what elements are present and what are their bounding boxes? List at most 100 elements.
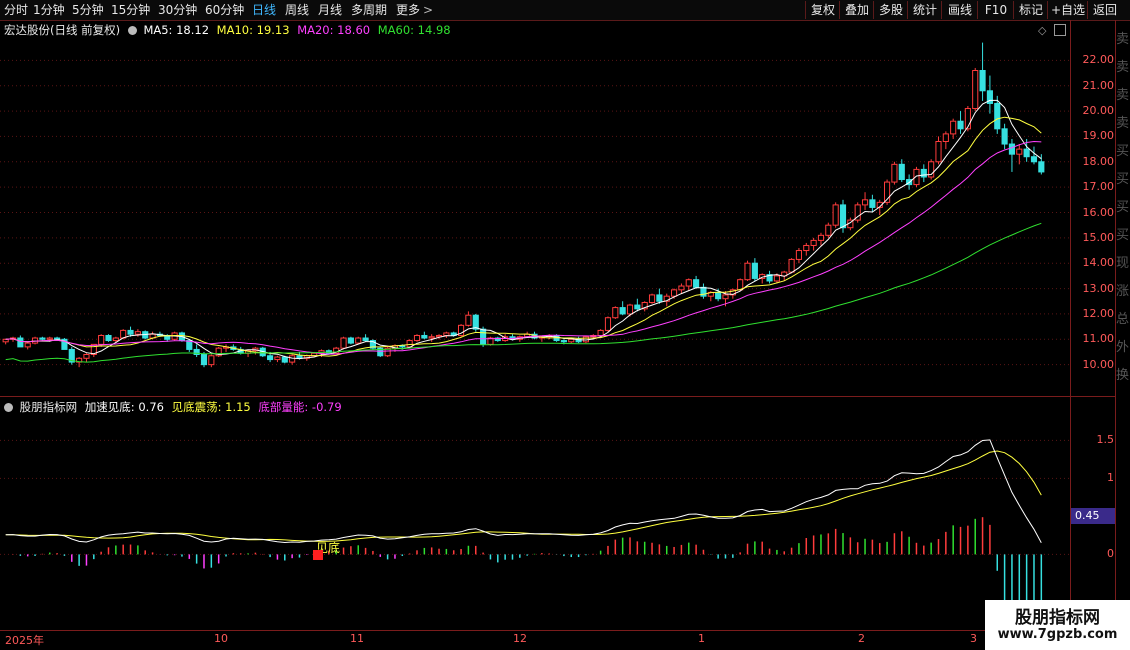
candle-up (832, 204, 839, 226)
candle-up (340, 337, 347, 349)
candle-up (773, 275, 780, 282)
indicator-y-tick-label: 1 (1107, 471, 1114, 485)
candle-down (39, 337, 46, 340)
y-tick-label: 19.00 (1082, 129, 1115, 143)
candle-down (920, 168, 927, 178)
watermark-logo: 股朋指标网 www.7gpzb.com (985, 600, 1130, 650)
candle-up (355, 337, 362, 344)
candle-up (465, 314, 472, 326)
y-tick-label: 22.00 (1082, 53, 1115, 67)
candle-down (957, 120, 964, 130)
x-label-feb: 2 (858, 632, 865, 645)
candle-up (648, 294, 656, 304)
y-tick-label: 11.00 (1082, 332, 1115, 346)
y-tick-label: 18.00 (1082, 154, 1115, 168)
y-tick-label: 16.00 (1082, 205, 1115, 219)
candle-down (656, 294, 663, 302)
candle-down (105, 334, 112, 342)
candle-down (994, 102, 1001, 130)
candle-up (744, 262, 751, 281)
quote-side-panel[interactable]: 卖 卖 卖 卖 买 买 买 买 现 涨 总 外 换 (1115, 20, 1130, 632)
candle-down (480, 328, 487, 345)
candle-up (671, 289, 678, 297)
candle-up (604, 317, 612, 331)
ma20-line (5, 140, 1042, 355)
candle-up (891, 163, 898, 183)
candle-up (817, 234, 825, 241)
x-label-2025: 2025年 (5, 634, 44, 647)
candle-up (626, 304, 634, 315)
watermark-url: www.7gpzb.com (997, 627, 1118, 642)
y-tick-label: 17.00 (1082, 180, 1115, 194)
candle-down (362, 337, 369, 342)
candle-down (560, 340, 567, 343)
candle-down (898, 163, 905, 181)
candle-down (1001, 128, 1008, 145)
candle-down (715, 291, 722, 300)
candle-down (634, 304, 641, 310)
candle-up (134, 331, 141, 335)
indicator-y-tick-label: 0 (1107, 547, 1114, 561)
y-tick-label: 20.00 (1082, 104, 1115, 118)
x-label-dec: 12 (513, 632, 527, 645)
candle-down (347, 337, 354, 344)
candle-up (861, 199, 869, 206)
candle-down (869, 199, 876, 208)
candle-up (950, 120, 957, 135)
candle-up (413, 334, 421, 342)
candle-down (1038, 161, 1045, 173)
candle-down (17, 337, 24, 348)
candle-down (751, 262, 758, 279)
y-tick-label: 15.00 (1082, 230, 1115, 244)
candle-down (421, 334, 428, 339)
candle-down (979, 70, 986, 92)
candle-down (127, 329, 134, 335)
candle-up (428, 336, 435, 339)
candle-down (619, 307, 626, 315)
y-tick-label: 14.00 (1082, 256, 1115, 270)
watermark-title: 股朋指标网 (1015, 608, 1100, 628)
chart-canvas[interactable] (0, 0, 1130, 650)
x-label-oct: 10 (214, 632, 228, 645)
candle-up (972, 70, 979, 110)
candle-up (46, 337, 53, 340)
candle-up (825, 224, 832, 236)
y-tick-label: 12.00 (1082, 306, 1115, 320)
indicator-y-tick-label: 1.5 (1096, 433, 1115, 447)
candle-up (568, 338, 575, 343)
candle-up (2, 338, 9, 343)
candle-up (788, 258, 795, 273)
current-value-badge: 0.45 (1071, 508, 1115, 524)
candle-up (678, 285, 685, 291)
candle-up (942, 133, 949, 142)
candle-up (685, 279, 692, 287)
ma10-line (5, 116, 1042, 357)
y-tick-label: 13.00 (1082, 281, 1115, 295)
candle-up (612, 307, 619, 319)
candle-up (274, 356, 281, 361)
candle-up (935, 141, 942, 163)
candle-up (83, 354, 90, 359)
accel-line (5, 439, 1042, 544)
signal-marker (313, 550, 323, 560)
candle-up (722, 294, 729, 300)
x-label-nov: 11 (350, 632, 364, 645)
candle-down (200, 354, 208, 366)
candle-down (281, 356, 288, 363)
candle-up (810, 239, 817, 246)
x-label-mar: 3 (970, 632, 977, 645)
oscillation-line (5, 450, 1042, 542)
candle-up (1016, 148, 1023, 155)
candle-up (597, 329, 604, 336)
candle-down (1030, 156, 1038, 163)
candle-down (472, 314, 479, 330)
candle-up (803, 244, 810, 252)
candle-up (443, 332, 450, 336)
ma5-line (5, 99, 1042, 360)
candle-down (1008, 143, 1016, 155)
x-label-jan: 1 (698, 632, 705, 645)
candle-down (693, 279, 700, 288)
candle-up (795, 250, 803, 260)
candle-down (839, 204, 847, 229)
candle-up (24, 342, 31, 348)
